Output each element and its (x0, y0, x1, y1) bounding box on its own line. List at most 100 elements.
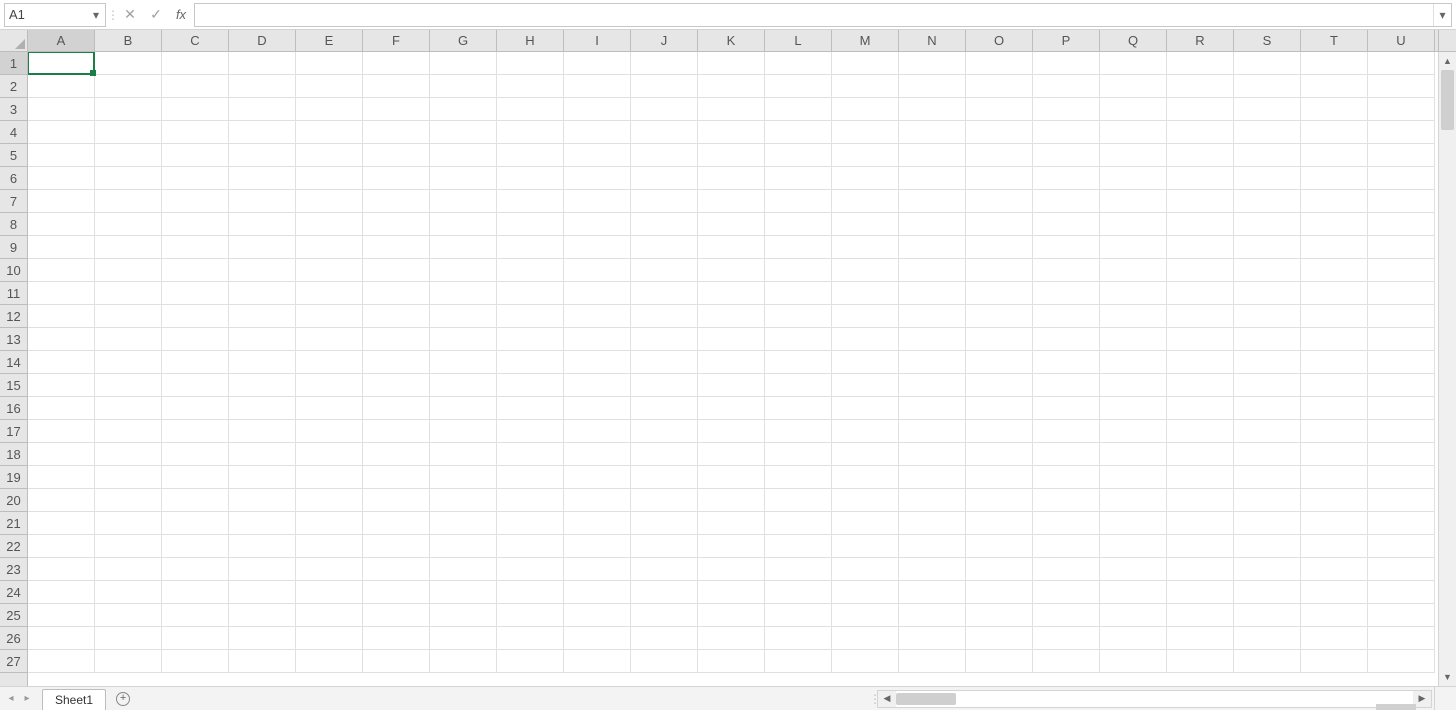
insert-function-icon[interactable]: fx (172, 7, 190, 22)
cell-F14[interactable] (363, 351, 430, 374)
cell-N23[interactable] (899, 558, 966, 581)
cell-P10[interactable] (1033, 259, 1100, 282)
cell-E23[interactable] (296, 558, 363, 581)
cell-R24[interactable] (1167, 581, 1234, 604)
cell-J1[interactable] (631, 52, 698, 75)
cell-R4[interactable] (1167, 121, 1234, 144)
cell-G24[interactable] (430, 581, 497, 604)
cell-H16[interactable] (497, 397, 564, 420)
cell-P20[interactable] (1033, 489, 1100, 512)
sheet-nav-prev-icon[interactable]: ◂ (4, 691, 18, 707)
cell-K12[interactable] (698, 305, 765, 328)
cell-M19[interactable] (832, 466, 899, 489)
cell-B3[interactable] (95, 98, 162, 121)
cell-R3[interactable] (1167, 98, 1234, 121)
cell-N11[interactable] (899, 282, 966, 305)
cell-N4[interactable] (899, 121, 966, 144)
cell-I4[interactable] (564, 121, 631, 144)
cell-A15[interactable] (28, 374, 95, 397)
cell-A7[interactable] (28, 190, 95, 213)
cell-G3[interactable] (430, 98, 497, 121)
column-header-k[interactable]: K (698, 30, 765, 51)
cell-H6[interactable] (497, 167, 564, 190)
cell-L19[interactable] (765, 466, 832, 489)
cell-J2[interactable] (631, 75, 698, 98)
cell-U15[interactable] (1368, 374, 1435, 397)
cell-J9[interactable] (631, 236, 698, 259)
cell-F3[interactable] (363, 98, 430, 121)
column-header-l[interactable]: L (765, 30, 832, 51)
cell-N17[interactable] (899, 420, 966, 443)
cell-T4[interactable] (1301, 121, 1368, 144)
cell-N19[interactable] (899, 466, 966, 489)
cell-H14[interactable] (497, 351, 564, 374)
cell-E8[interactable] (296, 213, 363, 236)
cell-B1[interactable] (95, 52, 162, 75)
cell-U10[interactable] (1368, 259, 1435, 282)
row-header-1[interactable]: 1 (0, 52, 27, 75)
cell-A9[interactable] (28, 236, 95, 259)
cell-O3[interactable] (966, 98, 1033, 121)
cell-J10[interactable] (631, 259, 698, 282)
column-header-t[interactable]: T (1301, 30, 1368, 51)
cell-H10[interactable] (497, 259, 564, 282)
cell-L14[interactable] (765, 351, 832, 374)
cell-R25[interactable] (1167, 604, 1234, 627)
cell-N15[interactable] (899, 374, 966, 397)
cell-J27[interactable] (631, 650, 698, 673)
cell-D2[interactable] (229, 75, 296, 98)
select-all-corner[interactable] (0, 30, 28, 51)
row-header-5[interactable]: 5 (0, 144, 27, 167)
cell-I23[interactable] (564, 558, 631, 581)
cell-H23[interactable] (497, 558, 564, 581)
cell-D9[interactable] (229, 236, 296, 259)
row-header-13[interactable]: 13 (0, 328, 27, 351)
cell-T2[interactable] (1301, 75, 1368, 98)
cell-L12[interactable] (765, 305, 832, 328)
cell-S23[interactable] (1234, 558, 1301, 581)
cell-T24[interactable] (1301, 581, 1368, 604)
cell-Q26[interactable] (1100, 627, 1167, 650)
cell-P12[interactable] (1033, 305, 1100, 328)
cell-O12[interactable] (966, 305, 1033, 328)
cell-L27[interactable] (765, 650, 832, 673)
cell-T9[interactable] (1301, 236, 1368, 259)
cell-H9[interactable] (497, 236, 564, 259)
cell-D17[interactable] (229, 420, 296, 443)
cell-D16[interactable] (229, 397, 296, 420)
cell-Q8[interactable] (1100, 213, 1167, 236)
cell-C21[interactable] (162, 512, 229, 535)
vertical-scroll-track[interactable] (1439, 70, 1456, 668)
cell-M18[interactable] (832, 443, 899, 466)
cell-L3[interactable] (765, 98, 832, 121)
cell-E25[interactable] (296, 604, 363, 627)
column-header-f[interactable]: F (363, 30, 430, 51)
cell-L21[interactable] (765, 512, 832, 535)
cell-R18[interactable] (1167, 443, 1234, 466)
cell-B8[interactable] (95, 213, 162, 236)
cell-T5[interactable] (1301, 144, 1368, 167)
cell-O25[interactable] (966, 604, 1033, 627)
cell-J11[interactable] (631, 282, 698, 305)
cell-O10[interactable] (966, 259, 1033, 282)
horizontal-scroll-track[interactable] (896, 691, 1413, 707)
cell-D7[interactable] (229, 190, 296, 213)
cell-R22[interactable] (1167, 535, 1234, 558)
column-header-q[interactable]: Q (1100, 30, 1167, 51)
cell-U14[interactable] (1368, 351, 1435, 374)
cell-R6[interactable] (1167, 167, 1234, 190)
row-header-9[interactable]: 9 (0, 236, 27, 259)
cell-B9[interactable] (95, 236, 162, 259)
row-header-25[interactable]: 25 (0, 604, 27, 627)
cell-O24[interactable] (966, 581, 1033, 604)
cell-Q13[interactable] (1100, 328, 1167, 351)
cell-E2[interactable] (296, 75, 363, 98)
cell-O13[interactable] (966, 328, 1033, 351)
cell-M5[interactable] (832, 144, 899, 167)
cell-T14[interactable] (1301, 351, 1368, 374)
name-box-input[interactable] (9, 7, 79, 22)
horizontal-scrollbar[interactable]: ◀ ▶ (877, 690, 1432, 708)
cell-E19[interactable] (296, 466, 363, 489)
cell-S1[interactable] (1234, 52, 1301, 75)
cell-M7[interactable] (832, 190, 899, 213)
